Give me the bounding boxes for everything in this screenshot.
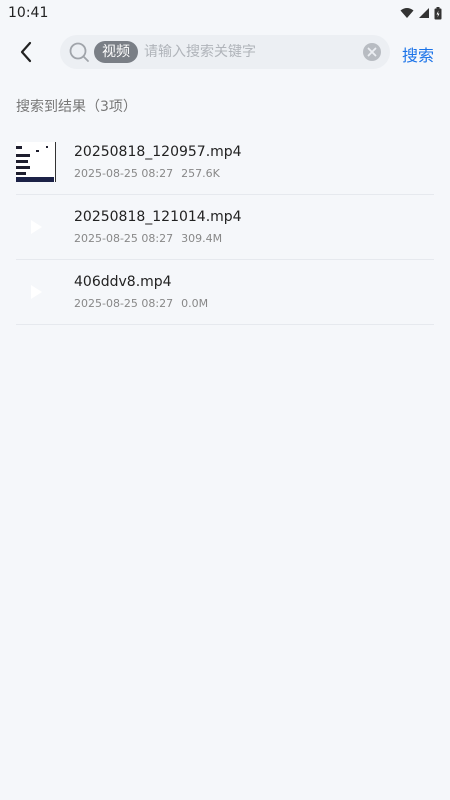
results-list: 20250818_120957.mp4 2025-08-25 08:27 257.… <box>16 130 434 325</box>
status-time: 10:41 <box>8 5 49 21</box>
search-icon <box>69 42 89 62</box>
file-date: 2025-08-25 08:27 <box>74 231 174 245</box>
status-bar: 10:41 <box>0 0 450 26</box>
item-text: 20250818_121014.mp4 2025-08-25 08:27 309.… <box>74 207 242 248</box>
file-name: 406ddv8.mp4 <box>74 273 172 290</box>
file-date: 2025-08-25 08:27 <box>74 166 174 180</box>
thumbnail-image <box>16 142 56 182</box>
battery-icon <box>434 6 442 19</box>
list-item[interactable]: 20250818_121014.mp4 2025-08-25 08:27 309.… <box>16 195 434 260</box>
search-input[interactable] <box>144 44 356 60</box>
play-icon <box>31 285 42 299</box>
status-icons <box>400 6 442 20</box>
play-icon <box>31 220 42 234</box>
file-size: 257.6K <box>181 166 220 180</box>
video-thumbnail <box>16 142 56 182</box>
wifi-icon <box>400 8 414 18</box>
category-chip[interactable]: 视频 <box>94 41 138 63</box>
chevron-left-icon <box>20 41 32 63</box>
video-thumbnail <box>16 207 56 247</box>
file-size: 0.0M <box>181 296 209 310</box>
item-text: 20250818_120957.mp4 2025-08-25 08:27 257.… <box>74 142 242 183</box>
video-thumbnail <box>16 272 56 312</box>
clear-button[interactable] <box>362 42 382 62</box>
file-meta: 2025-08-25 08:27 257.6K <box>74 165 242 183</box>
file-name: 20250818_121014.mp4 <box>74 208 242 225</box>
list-item[interactable]: 20250818_120957.mp4 2025-08-25 08:27 257.… <box>16 130 434 195</box>
file-meta: 2025-08-25 08:27 0.0M <box>74 295 208 313</box>
file-name: 20250818_120957.mp4 <box>74 143 242 160</box>
file-date: 2025-08-25 08:27 <box>74 296 174 310</box>
clear-icon <box>363 43 381 61</box>
file-size: 309.4M <box>181 231 223 245</box>
back-button[interactable] <box>12 38 40 66</box>
search-button[interactable]: 搜索 <box>402 42 434 66</box>
signal-icon <box>419 8 429 18</box>
list-item[interactable]: 406ddv8.mp4 2025-08-25 08:27 0.0M <box>16 260 434 325</box>
file-meta: 2025-08-25 08:27 309.4M <box>74 230 242 248</box>
search-bar[interactable]: 视频 <box>60 35 390 69</box>
result-summary: 搜索到结果（3项） <box>16 99 137 115</box>
item-text: 406ddv8.mp4 2025-08-25 08:27 0.0M <box>74 272 208 313</box>
search-header: 视频 搜索 <box>0 26 450 82</box>
